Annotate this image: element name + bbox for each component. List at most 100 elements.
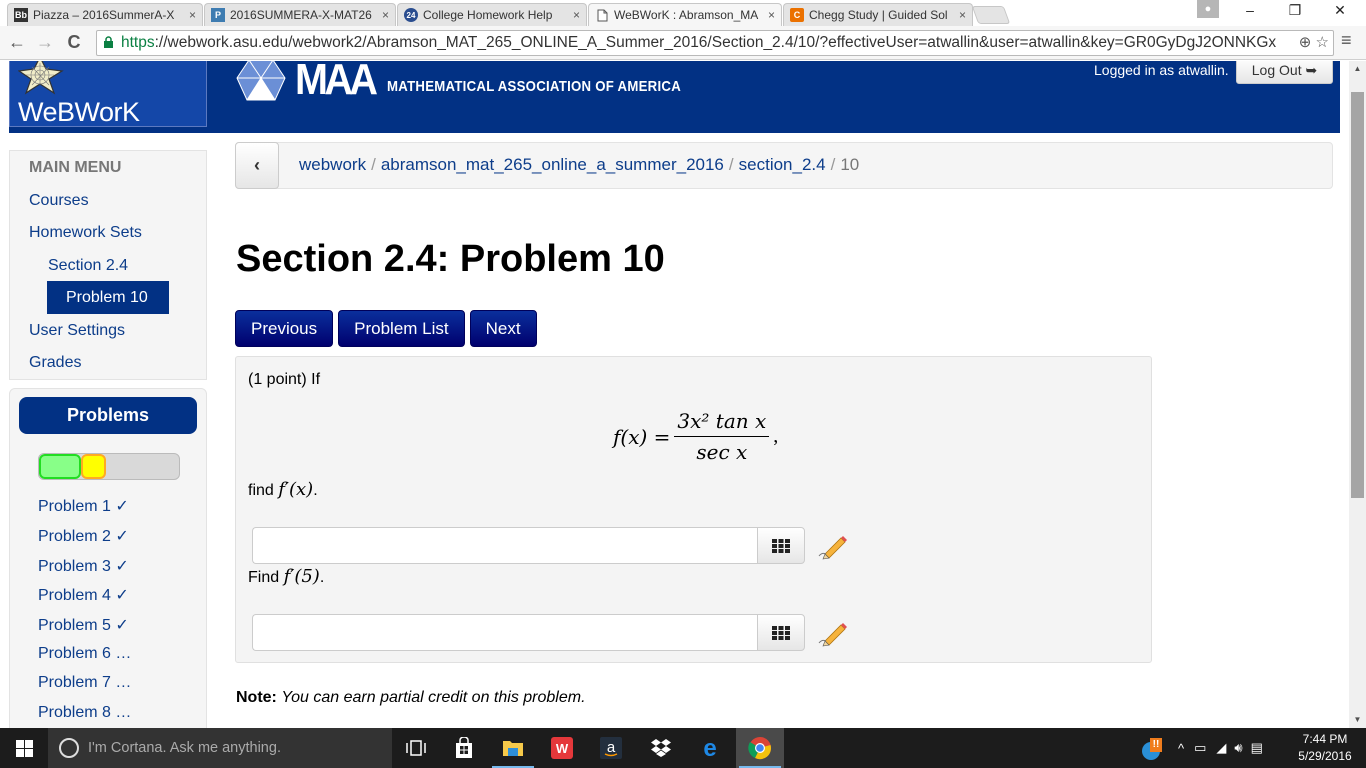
breadcrumb-link-section[interactable]: section_2.4 <box>739 155 826 174</box>
problem-list-item[interactable]: Problem 1 ✓ <box>38 496 129 516</box>
answer-input-2[interactable] <box>252 614 757 651</box>
reload-icon[interactable]: C <box>63 32 85 53</box>
problem-nav: Previous Problem List Next <box>235 310 537 347</box>
sidebar-item-current-problem[interactable]: Problem 10 <box>47 281 169 314</box>
tab-close-icon[interactable]: × <box>573 8 580 22</box>
problem-list-item[interactable]: Problem 7 … <box>38 674 131 692</box>
volume-icon[interactable]: 🔊︎ <box>1234 740 1242 756</box>
svg-text:a: a <box>607 739 616 756</box>
sign-out-icon: ➥ <box>1305 62 1318 78</box>
browser-tab[interactable]: P 2016SUMMERA-X-MAT26 × <box>204 3 396 26</box>
new-tab-button[interactable] <box>971 6 1011 24</box>
sidebar-item-grades[interactable]: Grades <box>29 354 81 372</box>
sidebar-item-section[interactable]: Section 2.4 <box>48 257 128 275</box>
close-window-button[interactable]: ✕ <box>1318 2 1362 19</box>
webwork-logo-text: WeBWorK <box>18 97 140 127</box>
prompt-text: find <box>248 482 274 499</box>
wifi-icon[interactable]: ◢ <box>1216 740 1226 756</box>
start-button[interactable] <box>0 728 48 768</box>
page-scrollbar[interactable]: ▲ ▼ <box>1349 61 1366 728</box>
store-taskbar-button[interactable] <box>440 728 488 768</box>
problem-list-button[interactable]: Problem List <box>338 310 465 347</box>
wps-taskbar-button[interactable]: W <box>538 728 586 768</box>
show-hidden-icons-chevron-icon[interactable]: ^ <box>1178 741 1184 756</box>
problem-list-item[interactable]: Problem 3 ✓ <box>38 556 129 576</box>
tab-close-icon[interactable]: × <box>189 8 196 22</box>
problem-list-item[interactable]: Problem 2 ✓ <box>38 526 129 546</box>
address-bar[interactable]: https://webwork.asu.edu/webwork2/Abramso… <box>96 30 1334 56</box>
edge-taskbar-button[interactable]: e <box>686 728 734 768</box>
cortana-search-box[interactable]: I'm Cortana. Ask me anything. <box>48 728 392 768</box>
file-explorer-taskbar-button[interactable] <box>489 728 537 768</box>
browser-toolbar: ← → C https://webwork.asu.edu/webwork2/A… <box>0 26 1366 60</box>
forward-arrow-icon[interactable]: → <box>34 32 56 53</box>
grid-icon <box>772 538 790 553</box>
lock-icon <box>104 36 113 48</box>
taskbar-clock[interactable]: 7:44 PM 5/29/2016 <box>1292 731 1358 765</box>
sidebar-item-user-settings[interactable]: User Settings <box>29 322 125 340</box>
url-scheme: https <box>121 34 155 51</box>
masthead: WeBWorK MAA MATHEMATICAL ASSOCIATION OF … <box>9 61 1340 133</box>
tab-close-icon[interactable]: × <box>382 8 389 22</box>
dropbox-taskbar-button[interactable] <box>637 728 685 768</box>
chrome-menu-icon[interactable]: ≡ <box>1341 30 1352 51</box>
battery-icon[interactable]: ▭ <box>1194 740 1206 756</box>
maa-icosahedron-icon <box>236 61 286 101</box>
equation-editor-button[interactable] <box>757 527 805 564</box>
profile-icon[interactable]: ● <box>1197 0 1219 18</box>
minimize-button[interactable]: – <box>1228 2 1272 18</box>
breadcrumb-back-button[interactable]: ‹ <box>235 142 279 189</box>
pencil-icon[interactable] <box>817 532 847 560</box>
prompt-math: f′(x) <box>278 479 314 500</box>
scroll-down-arrow-icon[interactable]: ▼ <box>1349 712 1366 728</box>
folder-icon <box>503 741 523 756</box>
browser-tab[interactable]: C Chegg Study | Guided Sol × <box>783 3 973 26</box>
tab-close-icon[interactable]: × <box>768 8 775 22</box>
formula-denominator: sec x <box>696 440 748 464</box>
problem-list-item[interactable]: Problem 8 … <box>38 704 131 722</box>
problems-panel: Problems Problem 1 ✓ Problem 2 ✓ Problem… <box>9 388 207 728</box>
problem-list-item[interactable]: Problem 6 … <box>38 645 131 663</box>
problem-list-item[interactable]: Problem 5 ✓ <box>38 615 129 635</box>
maa-logo[interactable]: MAA MATHEMATICAL ASSOCIATION OF AMERICA <box>235 61 721 105</box>
back-arrow-icon[interactable]: ← <box>6 32 28 53</box>
problem-list-item[interactable]: Problem 4 ✓ <box>38 585 129 605</box>
svg-text:W: W <box>556 741 569 756</box>
equation-editor-button[interactable] <box>757 614 805 651</box>
breadcrumb-link-course[interactable]: abramson_mat_265_online_a_summer_2016 <box>381 155 724 174</box>
store-bag-icon <box>456 737 472 758</box>
browser-tab[interactable]: 24 College Homework Help × <box>397 3 587 26</box>
amazon-icon: a <box>600 737 622 759</box>
clock-date: 5/29/2016 <box>1298 749 1352 763</box>
windows-logo-icon <box>15 739 33 757</box>
tab-close-icon[interactable]: × <box>959 8 966 22</box>
tab-title: Chegg Study | Guided Sol <box>809 8 948 22</box>
next-button[interactable]: Next <box>469 310 537 347</box>
browser-tab[interactable]: Bb Piazza – 2016SummerA-X × <box>7 3 203 26</box>
sidebar-item-homework-sets[interactable]: Homework Sets <box>29 224 142 242</box>
chrome-taskbar-button[interactable] <box>736 728 784 768</box>
breadcrumb-link-webwork[interactable]: webwork <box>299 155 366 174</box>
breadcrumb: ‹ webwork / abramson_mat_265_online_a_summ… <box>235 142 1333 189</box>
formula-lhs: f(x) = <box>613 424 671 449</box>
logout-button[interactable]: Log Out ➥ <box>1236 61 1333 84</box>
progress-correct-segment <box>39 454 81 479</box>
star-icon[interactable]: ☆ <box>1316 34 1329 51</box>
scrollbar-thumb[interactable] <box>1351 92 1364 498</box>
wps-office-icon: W <box>551 737 573 759</box>
tray-app-icon[interactable]: !! <box>1140 735 1166 761</box>
previous-button[interactable]: Previous <box>235 310 334 347</box>
action-center-icon[interactable]: ▤ <box>1251 740 1263 756</box>
main-menu-heading: MAIN MENU <box>29 159 122 176</box>
task-view-button[interactable] <box>392 728 440 768</box>
pencil-icon[interactable] <box>817 619 847 647</box>
document-favicon-icon <box>595 8 609 22</box>
sidebar-item-courses[interactable]: Courses <box>29 192 89 210</box>
webwork-logo[interactable]: WeBWorK <box>9 61 207 127</box>
browser-tab-active[interactable]: WeBWorK : Abramson_MA × <box>588 3 782 26</box>
restore-button[interactable]: ❐ <box>1273 2 1317 19</box>
amazon-taskbar-button[interactable]: a <box>587 728 635 768</box>
answer-input-1[interactable] <box>252 527 757 564</box>
zoom-icon[interactable]: ⊕ <box>1299 34 1312 51</box>
scroll-up-arrow-icon[interactable]: ▲ <box>1349 61 1366 77</box>
